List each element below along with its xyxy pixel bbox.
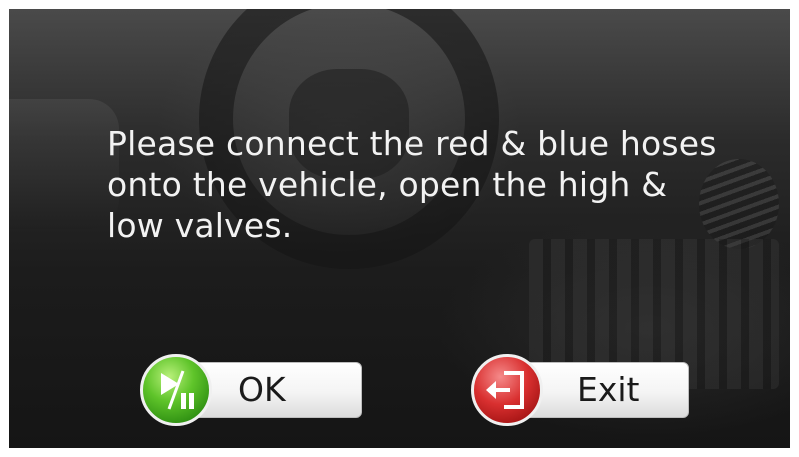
exit-button[interactable]: Exit	[471, 354, 689, 426]
door-panel-decoration	[9, 99, 119, 229]
ok-button[interactable]: OK	[140, 354, 362, 426]
exit-door-icon[interactable]	[471, 354, 543, 426]
instruction-message: Please connect the red & blue hoses onto…	[107, 124, 717, 245]
screen-background: Please connect the red & blue hoses onto…	[9, 9, 790, 448]
play-pause-icon[interactable]	[140, 354, 212, 426]
ok-button-label[interactable]: OK	[238, 368, 286, 412]
exit-button-label[interactable]: Exit	[577, 368, 640, 412]
